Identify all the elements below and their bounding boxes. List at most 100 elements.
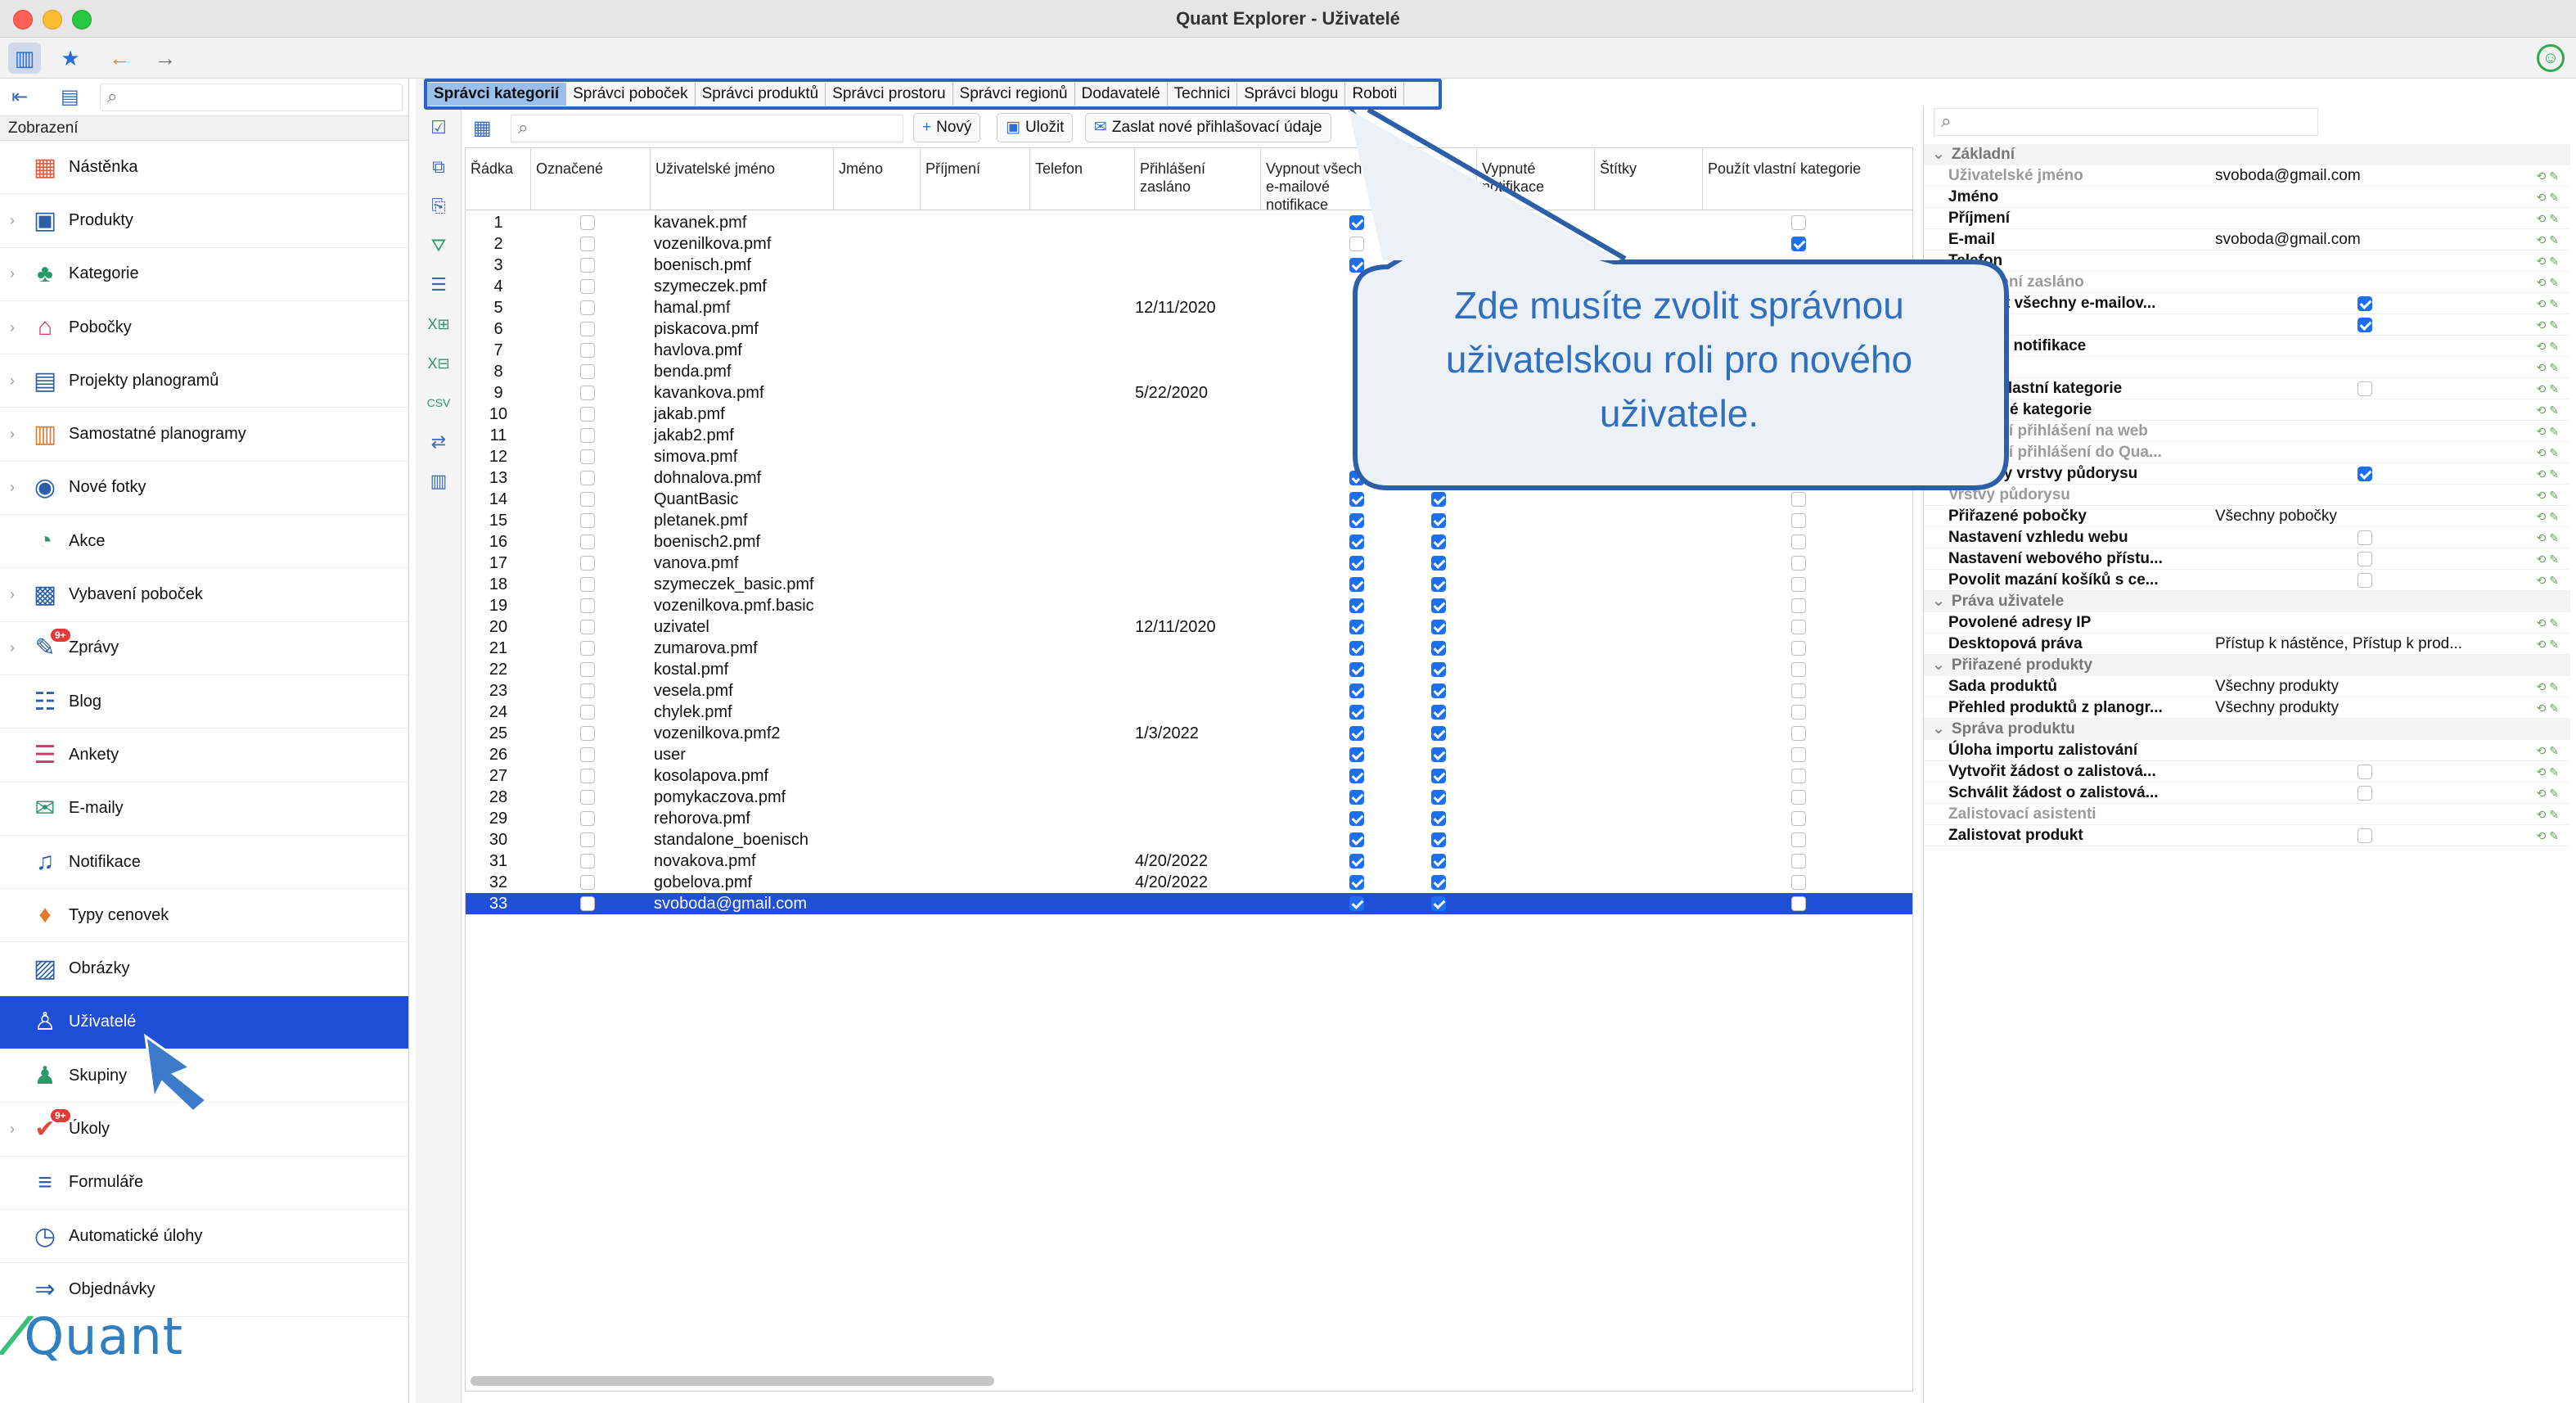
row-mark-checkbox[interactable]	[580, 322, 595, 336]
sidebar-item-12[interactable]: ☰ Ankety	[0, 729, 408, 783]
property-row[interactable]: Auto ⟲ ✎	[1924, 314, 2570, 336]
row-mark-checkbox[interactable]	[580, 705, 595, 720]
column-header-6[interactable]: Telefon	[1030, 148, 1135, 210]
disable-email-notifications-checkbox[interactable]	[1349, 535, 1364, 549]
auto-checkbox[interactable]	[1431, 747, 1446, 762]
disable-email-notifications-checkbox[interactable]	[1349, 556, 1364, 571]
use-own-categories-checkbox[interactable]	[1791, 769, 1806, 783]
property-row[interactable]: Vrstvy půdorysu ⟲ ✎	[1924, 485, 2570, 506]
auto-checkbox[interactable]	[1431, 556, 1446, 571]
copy-icon[interactable]: ⧉	[426, 154, 452, 180]
reset-edit-icon[interactable]: ⟲ ✎	[2537, 229, 2559, 250]
disable-email-notifications-checkbox[interactable]	[1349, 726, 1364, 741]
disable-email-notifications-checkbox[interactable]	[1349, 598, 1364, 613]
sidebar-item-4[interactable]: › ⌂ Pobočky	[0, 301, 408, 355]
use-own-categories-checkbox[interactable]	[1791, 620, 1806, 634]
column-header-8[interactable]: Vypnout všechny e-mailové notifikace	[1261, 148, 1398, 213]
table-row[interactable]: 26 user	[466, 744, 1912, 765]
row-mark-checkbox[interactable]	[580, 896, 595, 911]
table-row[interactable]: 2 vozenilkova.pmf	[466, 233, 1912, 255]
property-row[interactable]: Povolit mazání košíků s ce... ⟲ ✎	[1924, 570, 2570, 591]
property-row[interactable]: Nastavení webového přístu... ⟲ ✎	[1924, 548, 2570, 570]
auto-checkbox[interactable]	[1431, 513, 1446, 528]
auto-checkbox[interactable]	[1431, 620, 1446, 634]
property-row[interactable]: Poslední přihlášení do Qua... ⟲ ✎	[1924, 442, 2570, 463]
sidebar-item-17[interactable]: ♙ Uživatelé	[0, 995, 408, 1050]
feedback-smiley-icon[interactable]: ☺	[2537, 44, 2565, 72]
reset-edit-icon[interactable]: ⟲ ✎	[2537, 570, 2559, 591]
column-header-10[interactable]: Vypnuté notifikace	[1477, 148, 1595, 210]
property-checkbox[interactable]	[2358, 296, 2372, 311]
row-mark-checkbox[interactable]	[580, 854, 595, 868]
transfer-icon[interactable]: ⇄	[426, 429, 452, 455]
chevron-down-icon[interactable]: ⌄	[1932, 146, 1945, 163]
row-mark-checkbox[interactable]	[580, 492, 595, 507]
reset-edit-icon[interactable]: ⟲ ✎	[2537, 272, 2559, 293]
property-row[interactable]: Úloha importu zalistování ⟲ ✎	[1924, 740, 2570, 761]
disable-email-notifications-checkbox[interactable]	[1349, 237, 1364, 251]
reset-edit-icon[interactable]: ⟲ ✎	[2537, 187, 2559, 208]
disable-email-notifications-checkbox[interactable]	[1349, 641, 1364, 656]
sidebar-item-21[interactable]: ◷ Automatické úlohy	[0, 1210, 408, 1264]
property-group[interactable]: ⌄ Přiřazené produkty	[1924, 655, 2570, 676]
table-row[interactable]: 3 boenisch.pmf	[466, 255, 1912, 276]
row-mark-checkbox[interactable]	[580, 811, 595, 826]
disable-email-notifications-checkbox[interactable]	[1349, 811, 1364, 826]
table-row[interactable]: 32 gobelova.pmf 4/20/2022	[466, 872, 1912, 893]
auto-checkbox[interactable]	[1431, 683, 1446, 698]
row-mark-checkbox[interactable]	[580, 769, 595, 783]
property-value[interactable]: Všechny pobočky	[2215, 506, 2485, 527]
auto-checkbox[interactable]	[1431, 535, 1446, 549]
row-mark-checkbox[interactable]	[580, 598, 595, 613]
reset-edit-icon[interactable]: ⟲ ✎	[2537, 804, 2559, 825]
reset-edit-icon[interactable]: ⟲ ✎	[2537, 612, 2559, 634]
table-row[interactable]: 31 novakova.pmf 4/20/2022	[466, 850, 1912, 872]
auto-checkbox[interactable]	[1431, 598, 1446, 613]
table-row[interactable]: 16 boenisch2.pmf	[466, 531, 1912, 553]
use-own-categories-checkbox[interactable]	[1791, 215, 1806, 230]
use-own-categories-checkbox[interactable]	[1791, 577, 1806, 592]
reset-edit-icon[interactable]: ⟲ ✎	[2537, 399, 2559, 421]
back-arrow-icon[interactable]: ←	[103, 43, 136, 74]
reset-edit-icon[interactable]: ⟲ ✎	[2537, 421, 2559, 442]
disable-email-notifications-checkbox[interactable]	[1349, 705, 1364, 720]
tab-6[interactable]: Dodavatelé	[1075, 83, 1168, 106]
property-checkbox[interactable]	[2358, 381, 2372, 396]
table-row[interactable]: 30 standalone_boenisch	[466, 829, 1912, 850]
use-own-categories-checkbox[interactable]	[1791, 556, 1806, 571]
reset-edit-icon[interactable]: ⟲ ✎	[2537, 506, 2559, 527]
property-row[interactable]: Jméno ⟲ ✎	[1924, 187, 2570, 208]
use-own-categories-checkbox[interactable]	[1791, 854, 1806, 868]
column-header-11[interactable]: Štítky	[1595, 148, 1703, 210]
use-own-categories-checkbox[interactable]	[1791, 683, 1806, 698]
sidebar-item-5[interactable]: › ▤ Projekty planogramů	[0, 354, 408, 408]
auto-checkbox[interactable]	[1431, 577, 1446, 592]
column-header-7[interactable]: Přihlášení zasláno	[1135, 148, 1261, 210]
chevron-down-icon[interactable]: ⌄	[1932, 593, 1945, 610]
reset-edit-icon[interactable]: ⟲ ✎	[2537, 378, 2559, 399]
sidebar-item-8[interactable]: ◔ Akce	[0, 515, 408, 569]
table-row[interactable]: 20 uzivatel 12/11/2020	[466, 616, 1912, 638]
row-mark-checkbox[interactable]	[580, 747, 595, 762]
auto-checkbox[interactable]	[1431, 832, 1446, 847]
property-row[interactable]: Přiřazené pobočky Všechny pobočky ⟲ ✎	[1924, 506, 2570, 527]
properties-search-input[interactable]: ⌕	[1934, 108, 2318, 136]
reset-edit-icon[interactable]: ⟲ ✎	[2537, 697, 2559, 719]
disable-email-notifications-checkbox[interactable]	[1349, 492, 1364, 507]
property-row[interactable]: Použít vlastní kategorie ⟲ ✎	[1924, 378, 2570, 399]
reset-edit-icon[interactable]: ⟲ ✎	[2537, 783, 2559, 804]
column-header-4[interactable]: Jméno	[834, 148, 921, 210]
disable-email-notifications-checkbox[interactable]	[1349, 471, 1364, 485]
reset-edit-icon[interactable]: ⟲ ✎	[2537, 336, 2559, 357]
property-row[interactable]: Všechny vrstvy půdorysu ⟲ ✎	[1924, 463, 2570, 485]
auto-checkbox[interactable]	[1431, 896, 1446, 911]
sidebar-item-3[interactable]: › ♣ Kategorie	[0, 248, 408, 301]
sidebar-item-18[interactable]: ♟ Skupiny	[0, 1049, 408, 1103]
sidebar-toggle-icon[interactable]: ▥	[8, 43, 41, 74]
disable-email-notifications-checkbox[interactable]	[1349, 215, 1364, 230]
sidebar-item-9[interactable]: › ▩ Vybavení poboček	[0, 568, 408, 622]
tab-7[interactable]: Technici	[1168, 83, 1238, 106]
table-row[interactable]: 1 kavanek.pmf	[466, 212, 1912, 233]
disable-email-notifications-checkbox[interactable]	[1349, 896, 1364, 911]
save-button[interactable]: ▣ Uložit	[997, 113, 1074, 142]
